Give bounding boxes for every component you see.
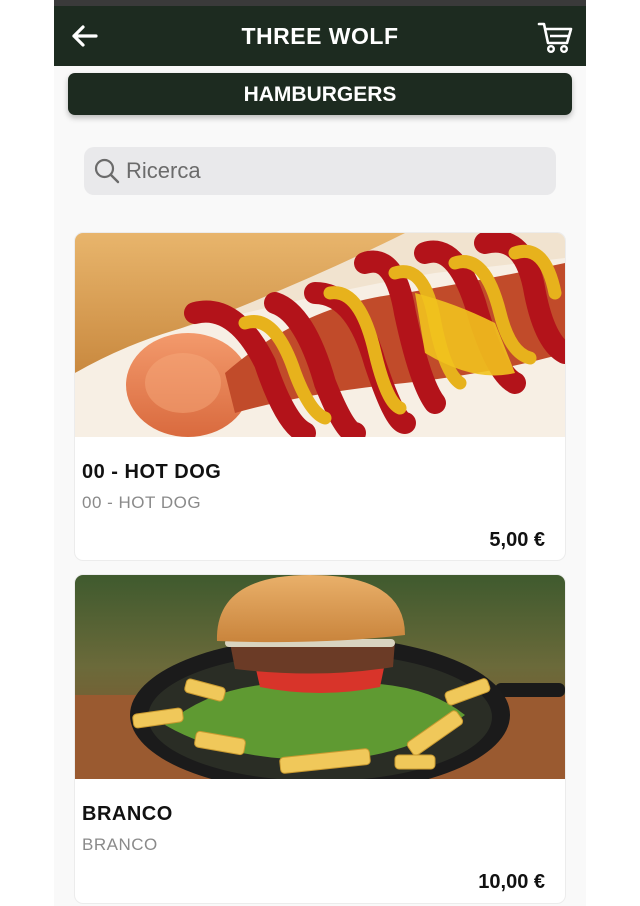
hot-dog-photo	[75, 233, 565, 437]
app-header: THREE WOLF	[54, 6, 586, 66]
burger-with-fries-photo	[75, 575, 565, 779]
search-icon	[94, 158, 120, 184]
app-screen: THREE WOLF HAMBURGERS Ricerca 00 - HOT D…	[54, 0, 586, 906]
category-header-button[interactable]: HAMBURGERS	[68, 73, 572, 115]
shopping-cart-icon[interactable]	[536, 18, 574, 56]
product-card[interactable]: BRANCO BRANCO 10,00 €	[75, 575, 565, 903]
product-price: 10,00 €	[478, 871, 545, 893]
search-bar[interactable]	[84, 147, 556, 195]
product-description: 00 - HOT DOG	[82, 493, 202, 512]
app-title: THREE WOLF	[241, 23, 399, 49]
product-name: BRANCO	[82, 803, 173, 825]
search-input[interactable]	[126, 147, 546, 195]
product-price: 5,00 €	[489, 529, 545, 551]
product-card[interactable]: 00 - HOT DOG 00 - HOT DOG 5,00 €	[75, 233, 565, 560]
product-name: 00 - HOT DOG	[82, 461, 222, 483]
product-description: BRANCO	[82, 835, 158, 854]
